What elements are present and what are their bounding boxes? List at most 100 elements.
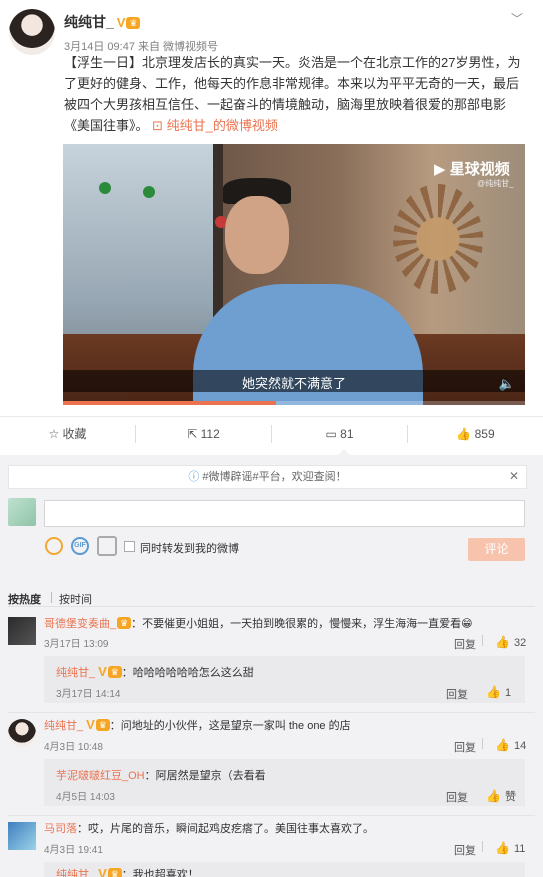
crown-icon: ♛ [107, 666, 122, 678]
reply-button[interactable]: 回复 [454, 739, 476, 755]
comment-like-button[interactable]: 👍 14 [495, 738, 526, 752]
comment-button[interactable]: ▭ 81 [272, 417, 407, 451]
comment-body: 哥德堡变奏曲_ ♛ ：不要催更小姐姐，一天拍到晚很累的，慢慢来，浮生海海一直爱看😁 [44, 615, 473, 631]
favorite-label: 收藏 [62, 427, 87, 441]
comment-time: 4月3日 10:48 [44, 742, 103, 753]
comment-text: ：哎，片尾的音乐，瞬间起鸡皮疙瘩了。美国往事太喜欢了。 [77, 823, 374, 835]
reply-like-count: 赞 [504, 791, 516, 803]
play-logo-icon: ▶ [434, 161, 450, 178]
comment-like-button[interactable]: 👍 11 [495, 841, 525, 855]
comment-divider [8, 712, 535, 713]
verified-badge-icon: V [98, 866, 107, 877]
video-source-link[interactable]: ⊡ 纯纯甘_的微博视频 [152, 118, 278, 133]
video-plant-decor [393, 184, 483, 294]
comment-time: 3月17日 13:09 [44, 639, 109, 650]
post-text: 【浮生一日】北京理发店长的真实一天。炎浩是一个在北京工作的27岁男性，为了更好的… [64, 52, 526, 136]
author-avatar[interactable] [9, 9, 55, 55]
action-divider [482, 738, 483, 749]
also-repost-label: 同时转发到我的微博 [140, 543, 239, 555]
reply-author[interactable]: 纯纯甘_ [56, 869, 95, 877]
video-progress-fill [63, 401, 276, 405]
info-icon: ⓘ [188, 471, 203, 483]
notice-text: #微博辟谣#平台，欢迎查阅！ [202, 471, 347, 483]
video-person-face [225, 196, 289, 274]
volume-icon[interactable]: 🔈 [499, 376, 515, 392]
video-player[interactable]: ▶ 星球视频 @纯纯甘_ 她突然就不满意了 🔈 [63, 144, 525, 405]
reply-button[interactable]: 回复 [446, 686, 468, 702]
thumbs-up-icon: 👍 [486, 789, 501, 803]
sort-by-time[interactable]: 按时间 [59, 591, 92, 607]
comment-count: 81 [340, 427, 354, 441]
reply-time: 3月17日 14:14 [56, 689, 121, 700]
emoji-icon[interactable] [45, 537, 63, 555]
repost-button[interactable]: ⇱ 112 [136, 417, 271, 451]
reply-like-count: 1 [504, 687, 512, 699]
verified-badge-icon: V [98, 664, 107, 679]
post-actions: ☆ 收藏 ⇱ 112 ▭ 81 👍 859 [0, 416, 543, 450]
video-source-label: 纯纯甘_的微博视频 [166, 118, 278, 133]
reply-author[interactable]: 纯纯甘_ [56, 667, 95, 679]
comment-like-count: 32 [513, 637, 527, 649]
post-author[interactable]: 纯纯甘_ V ♛ [64, 12, 141, 32]
action-divider [482, 841, 483, 852]
comment-text: ：不要催更小姐姐，一天拍到晚很累的，慢慢来，浮生海海一直爱看 [131, 618, 462, 630]
crown-icon: ♛ [117, 617, 132, 629]
commenter-name[interactable]: 纯纯甘_ [44, 720, 83, 732]
reply-body: 纯纯甘_ V ♛ ：我也超喜欢！ [56, 866, 199, 877]
crown-icon: ♛ [107, 868, 122, 877]
thumbs-up-icon: 👍 [486, 685, 501, 699]
commenter-name[interactable]: 马司落 [44, 823, 77, 835]
video-brand: ▶ 星球视频 [434, 158, 510, 179]
sort-underline [8, 606, 535, 607]
chevron-down-icon[interactable]: ﹀ [511, 10, 523, 27]
reply-author[interactable]: 芋泥啵啵红豆_OH [56, 770, 145, 782]
reply-time: 4月5日 14:03 [56, 792, 115, 803]
comment-like-button[interactable]: 👍 32 [495, 635, 526, 649]
favorite-button[interactable]: ☆ 收藏 [0, 417, 135, 451]
image-icon[interactable] [97, 536, 117, 556]
close-icon[interactable]: ✕ [509, 469, 519, 483]
notice-banner[interactable]: ⓘ #微博辟谣#平台，欢迎查阅！ [8, 465, 527, 489]
comment-avatar[interactable] [8, 822, 36, 850]
thumbs-up-icon: 👍 [495, 738, 510, 752]
comment-like-count: 11 [513, 843, 526, 855]
sort-by-hot[interactable]: 按热度 [8, 591, 41, 607]
gif-icon[interactable]: GIF [71, 537, 89, 555]
comment-avatar[interactable] [8, 719, 36, 747]
comment-divider [8, 815, 535, 816]
author-name[interactable]: 纯纯甘_ [64, 14, 114, 30]
action-divider [482, 635, 483, 646]
comment-input[interactable] [44, 500, 525, 527]
ornament-decor [99, 182, 111, 194]
comment-icon: ▭ [325, 427, 341, 441]
like-count: 859 [474, 427, 495, 441]
star-icon: ☆ [48, 427, 63, 441]
post-body: 【浮生一日】北京理发店长的真实一天。炎浩是一个在北京工作的27岁男性，为了更好的… [64, 55, 521, 133]
reply-text: ：阿居然是望京（去看看 [144, 770, 266, 782]
comment-body: 纯纯甘_ V ♛ ：问地址的小伙伴，这是望京一家叫 the one 的店 [44, 717, 351, 733]
submit-comment-button[interactable]: 评论 [468, 538, 525, 561]
thumbs-up-icon: 👍 [456, 427, 475, 441]
video-brand-sub: @纯纯甘_ [477, 179, 514, 188]
reply-like-button[interactable]: 👍 1 [486, 685, 511, 699]
like-button[interactable]: 👍 859 [408, 417, 543, 451]
reply-like-button[interactable]: 👍 赞 [486, 788, 516, 804]
comment-like-count: 14 [513, 740, 527, 752]
repost-count: 112 [200, 427, 220, 441]
reply-button[interactable]: 回复 [454, 636, 476, 652]
video-subtitle: 她突然就不满意了 [241, 376, 346, 391]
video-icon: ⊡ [152, 118, 167, 133]
comment-time: 4月3日 19:41 [44, 845, 103, 856]
panel-pointer [338, 449, 350, 455]
also-repost-checkbox[interactable] [124, 541, 135, 552]
reply-button[interactable]: 回复 [446, 789, 468, 805]
reply-button[interactable]: 回复 [454, 842, 476, 858]
reply-body: 纯纯甘_ V ♛ ：哈哈哈哈哈哈怎么这么甜 [56, 664, 254, 680]
commenter-name[interactable]: 哥德堡变奏曲_ [44, 618, 116, 630]
reply-body: 芋泥啵啵红豆_OH：阿居然是望京（去看看 [56, 767, 266, 783]
reply-text: ：我也超喜欢！ [121, 869, 199, 877]
comment-body: 马司落：哎，片尾的音乐，瞬间起鸡皮疙瘩了。美国往事太喜欢了。 [44, 820, 374, 836]
comment-avatar[interactable] [8, 617, 36, 645]
ornament-decor [143, 186, 155, 198]
comment-text: ：问地址的小伙伴，这是望京一家叫 the one 的店 [109, 720, 351, 732]
